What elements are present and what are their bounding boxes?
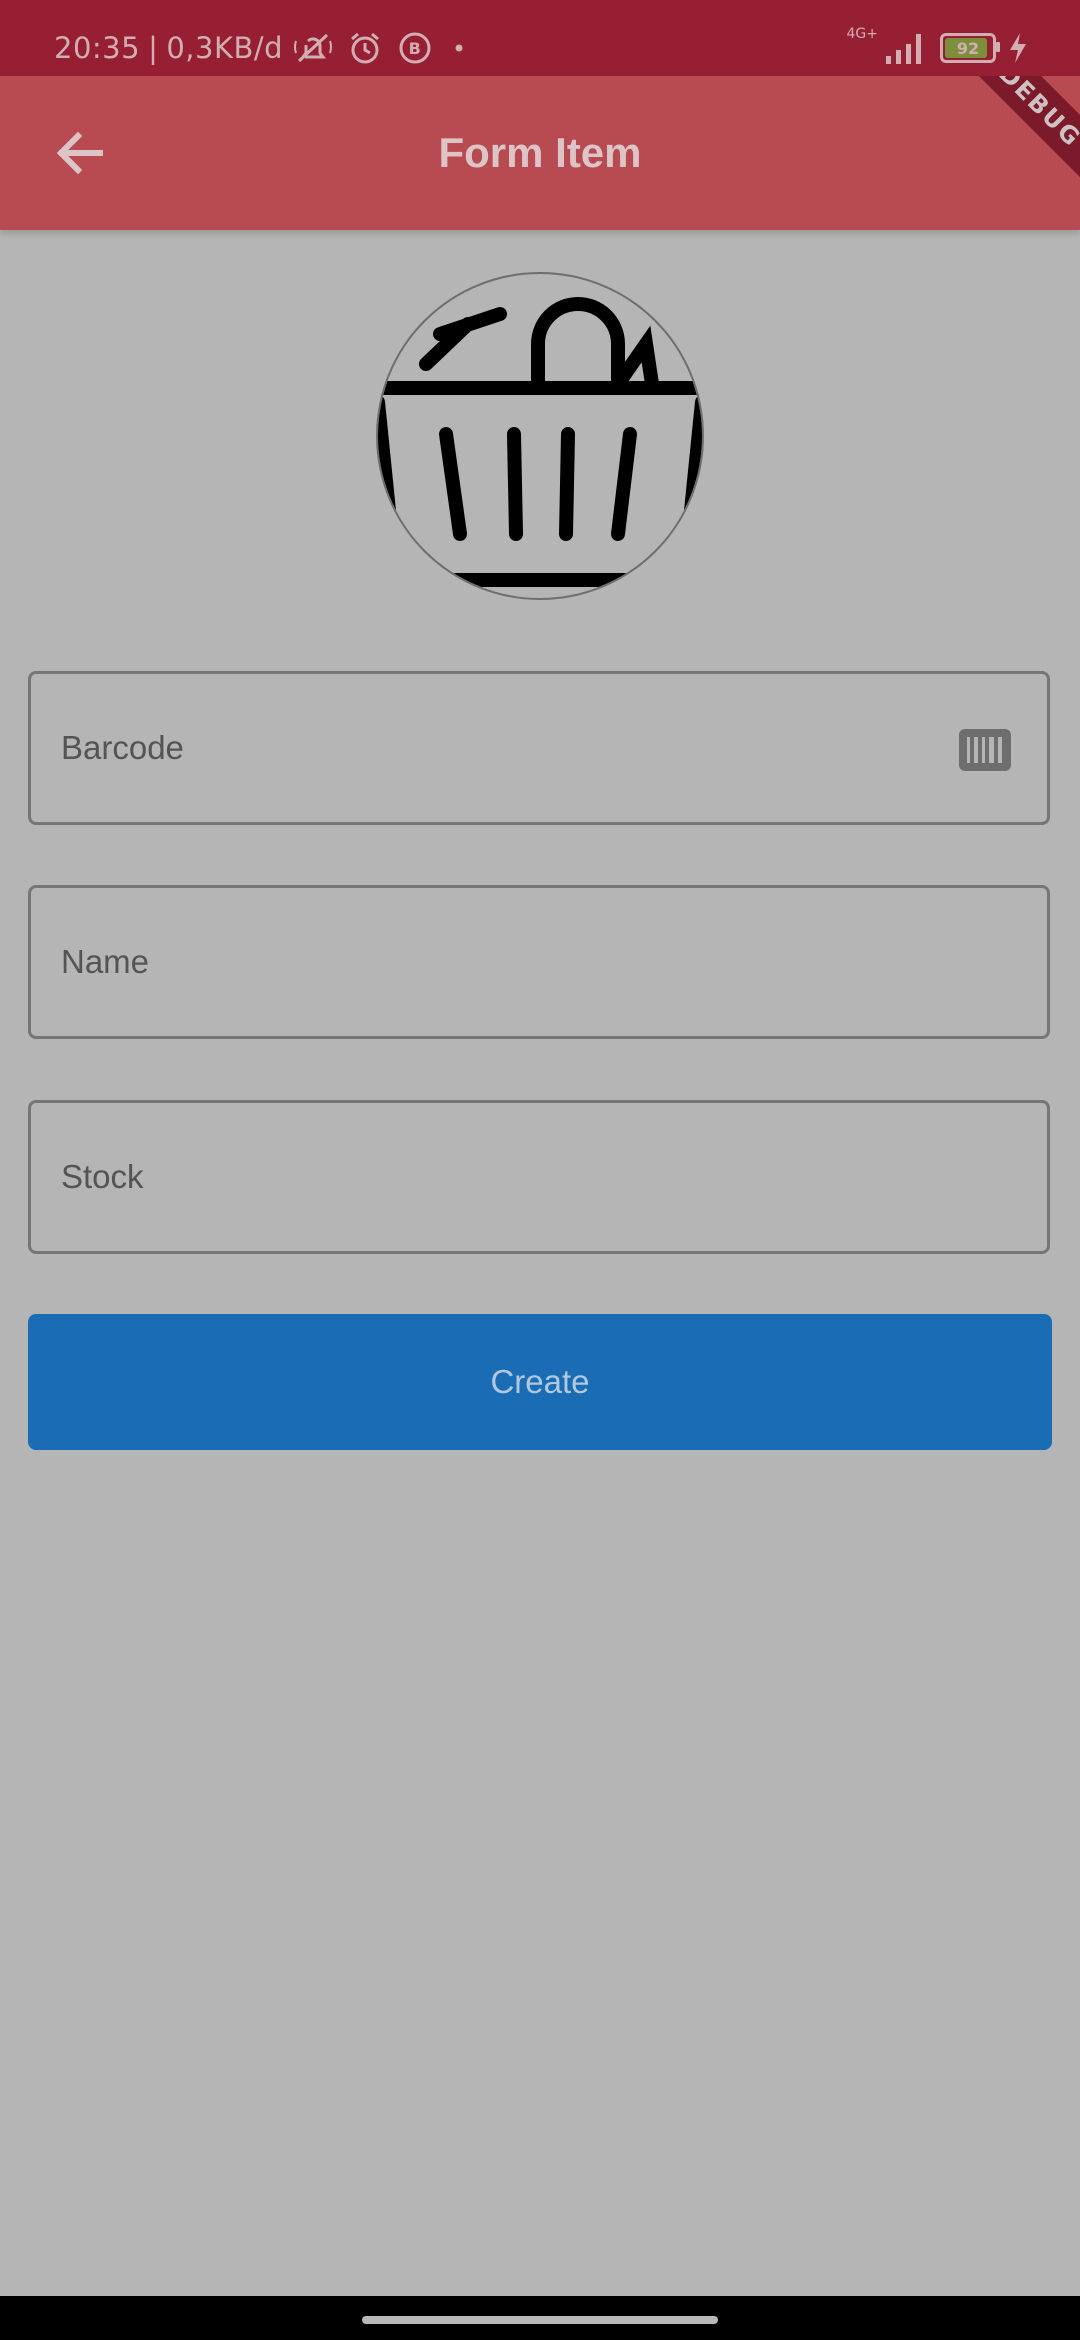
- status-right: 4G+ 92: [847, 18, 1031, 78]
- alarm-icon: [351, 32, 380, 64]
- create-button[interactable]: Create: [28, 1314, 1052, 1450]
- arrow-left-icon: [56, 131, 103, 175]
- status-notification-icons: B: [293, 30, 471, 66]
- svg-text:B: B: [409, 39, 422, 58]
- charging-icon: [1010, 33, 1026, 63]
- back-button[interactable]: [40, 113, 120, 193]
- item-image[interactable]: [376, 272, 704, 600]
- basket-icon: [378, 297, 702, 587]
- status-time: 20:35: [54, 31, 141, 65]
- barcode-icon[interactable]: [959, 729, 1011, 771]
- page-title: Form Item: [438, 129, 642, 176]
- barcode-label: Barcode: [61, 729, 184, 766]
- battery-level: 92: [956, 38, 980, 58]
- network-type: 4G+: [846, 26, 879, 42]
- stock-field[interactable]: Stock: [28, 1100, 1050, 1254]
- home-gesture-handle[interactable]: [362, 2316, 718, 2324]
- signal-icon: [886, 34, 921, 64]
- dot-icon: [455, 44, 463, 52]
- screen: 20:35 | 0,3KB/d B 4G+ 92 Form Item DEBUG…: [0, 0, 1080, 2340]
- bell-muted-icon: [294, 33, 333, 63]
- battery-indicator: 92: [940, 33, 1000, 63]
- app-bar: Form Item DEBUG: [0, 76, 1080, 230]
- status-bar: 20:35 | 0,3KB/d B 4G+ 92: [0, 0, 1080, 76]
- navigation-bar: [0, 2296, 1080, 2340]
- stock-label: Stock: [61, 1158, 144, 1195]
- name-label: Name: [61, 943, 150, 980]
- name-field[interactable]: Name: [28, 885, 1050, 1039]
- status-separator: |: [148, 31, 159, 65]
- status-data-rate: 0,3KB/d: [166, 31, 284, 65]
- b-circle-icon: B: [399, 32, 431, 64]
- barcode-field[interactable]: Barcode: [28, 671, 1050, 825]
